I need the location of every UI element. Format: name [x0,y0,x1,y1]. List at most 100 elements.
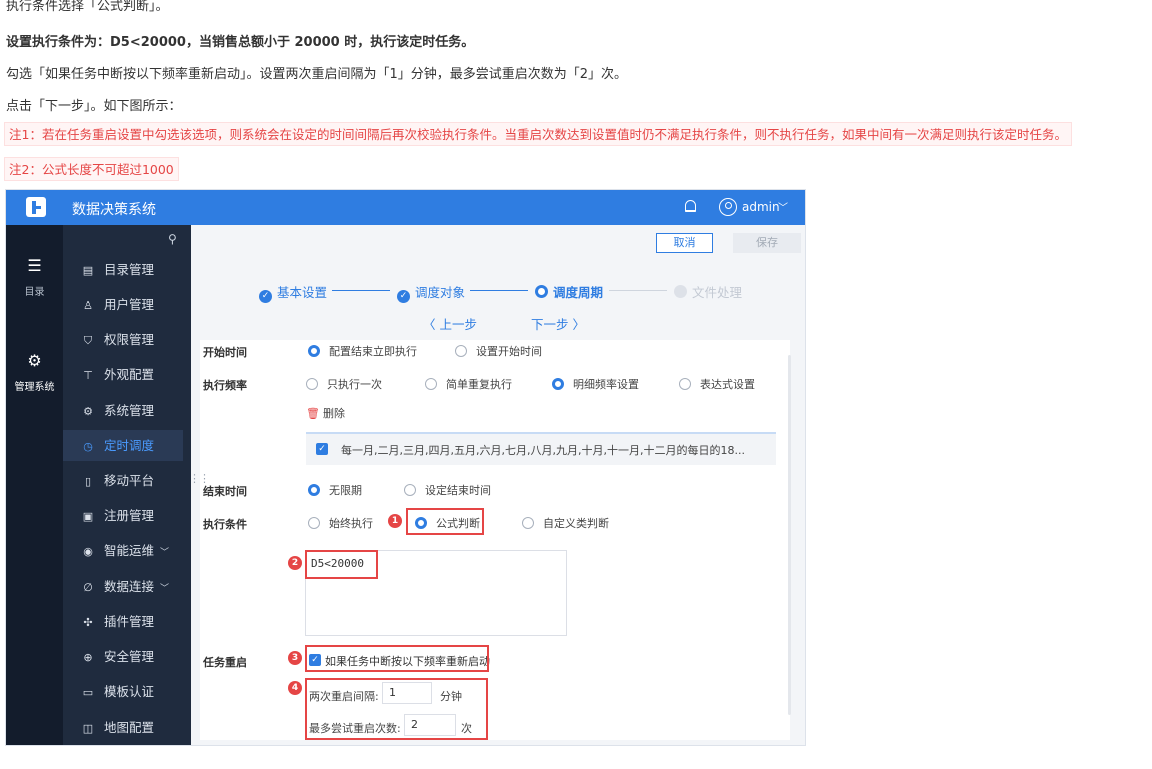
doc-paragraph: 执行条件选择「公式判断」。 [6,0,169,14]
step-label: 基本设置 [277,285,328,300]
sidebar-item-label: 模板认证 [104,684,155,699]
step-label: 文件处理 [692,285,743,300]
radio-start-immediately[interactable]: 配置结束立即执行 [308,343,417,359]
condition-label: 执行条件 [203,518,247,531]
step-connector [609,290,667,291]
app-logo-icon [26,197,46,217]
step-period[interactable]: 调度周期 [535,282,603,301]
callout-badge: 1 [388,514,402,528]
pending-step-icon [674,285,687,298]
app-header: 数据决策系统 admin ﹀ [6,190,805,225]
cancel-button[interactable]: 取消 [656,233,713,253]
delete-button[interactable]: 🗑 删除 [306,405,345,421]
sidebar-item-label: 智能运维 [104,543,155,558]
ops-icon: ◉ [83,545,93,558]
user-avatar-icon[interactable] [719,198,737,216]
callout-box [406,508,484,535]
radio-label: 始终执行 [329,517,373,530]
radio-label: 简单重复执行 [446,378,512,391]
security-icon: ⊕ [83,651,93,664]
radio-icon [552,378,564,390]
sidebar-item-appearance[interactable]: ⊤ 外观配置 [63,359,183,390]
sidebar-item-users[interactable]: ♙ 用户管理 [63,289,183,320]
sidebar-item-system[interactable]: ⚙ 系统管理 [63,395,183,426]
rail-item-manage[interactable]: ⚙ 管理系统 [6,351,63,394]
frequency-checkbox[interactable]: ✓ [316,443,328,455]
pin-icon[interactable]: ⚲ [168,232,177,246]
radio-freq-once[interactable]: 只执行一次 [306,376,382,392]
sidebar-item-plugins[interactable]: ✣ 插件管理 [63,606,183,637]
radio-label: 自定义类判断 [543,517,609,530]
chevron-down-icon[interactable]: ﹀ [778,199,788,214]
sidebar-item-datalink[interactable]: ∅ 数据连接 ﹀ [63,571,183,602]
sidebar-item-map[interactable]: ◫ 地图配置 [63,712,183,743]
sidebar-item-register[interactable]: ▣ 注册管理 [63,500,183,531]
radio-icon [522,517,534,529]
rail-item-label: 管理系统 [14,382,55,393]
callout-badge: 2 [288,556,302,570]
step-target[interactable]: ✓ 调度对象 [397,282,465,303]
frequency-label: 执行频率 [203,379,247,392]
gear-icon: ⚙ [27,351,42,370]
catalog-icon: ▤ [82,264,94,277]
current-step-icon [535,285,548,298]
radio-icon [455,345,467,357]
chevron-down-icon: ﹀ [160,548,170,558]
sidebar-item-security[interactable]: ⊕ 安全管理 [63,641,183,672]
step-basic[interactable]: ✓ 基本设置 [259,282,327,303]
prev-step-link[interactable]: 〈 上一步 [423,314,477,333]
next-step-link[interactable]: 下一步 〉 [531,314,585,333]
sidebar-item-catalog[interactable]: ▤ 目录管理 [63,254,183,285]
doc-paragraph: 点击「下一步」。如下图所示： [6,99,182,114]
radio-end-custom[interactable]: 设定结束时间 [404,482,491,498]
template-icon: ▭ [82,686,94,699]
rail-item-catalog[interactable]: ☰ 目录 [6,256,63,299]
list-icon: ☰ [27,256,42,275]
step-file[interactable]: 文件处理 [674,282,742,301]
radio-freq-expression[interactable]: 表达式设置 [679,376,755,392]
step-label: 调度对象 [415,285,466,300]
radio-icon [404,484,416,496]
sidebar-item-ops[interactable]: ◉ 智能运维 ﹀ [63,535,183,566]
radio-icon [425,378,437,390]
radio-label: 设定结束时间 [425,484,491,497]
radio-label: 设置开始时间 [476,345,542,358]
radio-end-unlimited[interactable]: 无限期 [308,482,362,498]
sidebar-item-label: 目录管理 [104,262,155,277]
check-icon: ✓ [259,290,272,303]
bell-icon[interactable] [685,200,696,212]
sidebar-item-label: 用户管理 [104,297,155,312]
step-label: 调度周期 [553,285,604,300]
sidebar-item-label: 系统管理 [104,403,155,418]
sidebar-item-label: 移动平台 [104,473,155,488]
sidebar-item-label: 外观配置 [104,367,155,382]
radio-start-custom[interactable]: 设置开始时间 [455,343,542,359]
settings-icon: ⚙ [83,405,93,418]
delete-label: 删除 [322,407,345,420]
callout-badge: 3 [288,651,302,665]
rail-item-label: 目录 [24,287,45,298]
user-name[interactable]: admin [742,200,780,214]
end-time-label: 结束时间 [203,485,247,498]
sidebar-item-label: 注册管理 [104,508,155,523]
callout-box [305,550,378,579]
sidebar-item-schedule[interactable]: ◷ 定时调度 [63,430,183,461]
sidebar-item-permissions[interactable]: ⛉ 权限管理 [63,324,183,355]
sidebar-item-mobile[interactable]: ▯ 移动平台 [63,465,183,496]
radio-label: 配置结束立即执行 [329,345,417,358]
note-callout: 注1：若在任务重启设置中勾选该选项，则系统会在设定的时间间隔后再次校验执行条件。… [4,122,1072,146]
radio-label: 只执行一次 [327,378,382,391]
schedule-form [200,340,790,740]
sidebar-item-label: 权限管理 [104,332,155,347]
scrollbar[interactable] [788,355,791,715]
radio-freq-simple[interactable]: 简单重复执行 [425,376,512,392]
radio-icon [308,484,320,496]
sidebar-item-template-auth[interactable]: ▭ 模板认证 [63,676,183,707]
radio-cond-custom[interactable]: 自定义类判断 [522,515,609,531]
radio-freq-detail[interactable]: 明细频率设置 [552,376,639,392]
radio-cond-always[interactable]: 始终执行 [308,515,373,531]
map-icon: ◫ [82,722,94,735]
save-button[interactable]: 保存 [733,233,801,253]
step-connector [332,290,390,291]
shield-icon: ⛉ [83,334,93,347]
